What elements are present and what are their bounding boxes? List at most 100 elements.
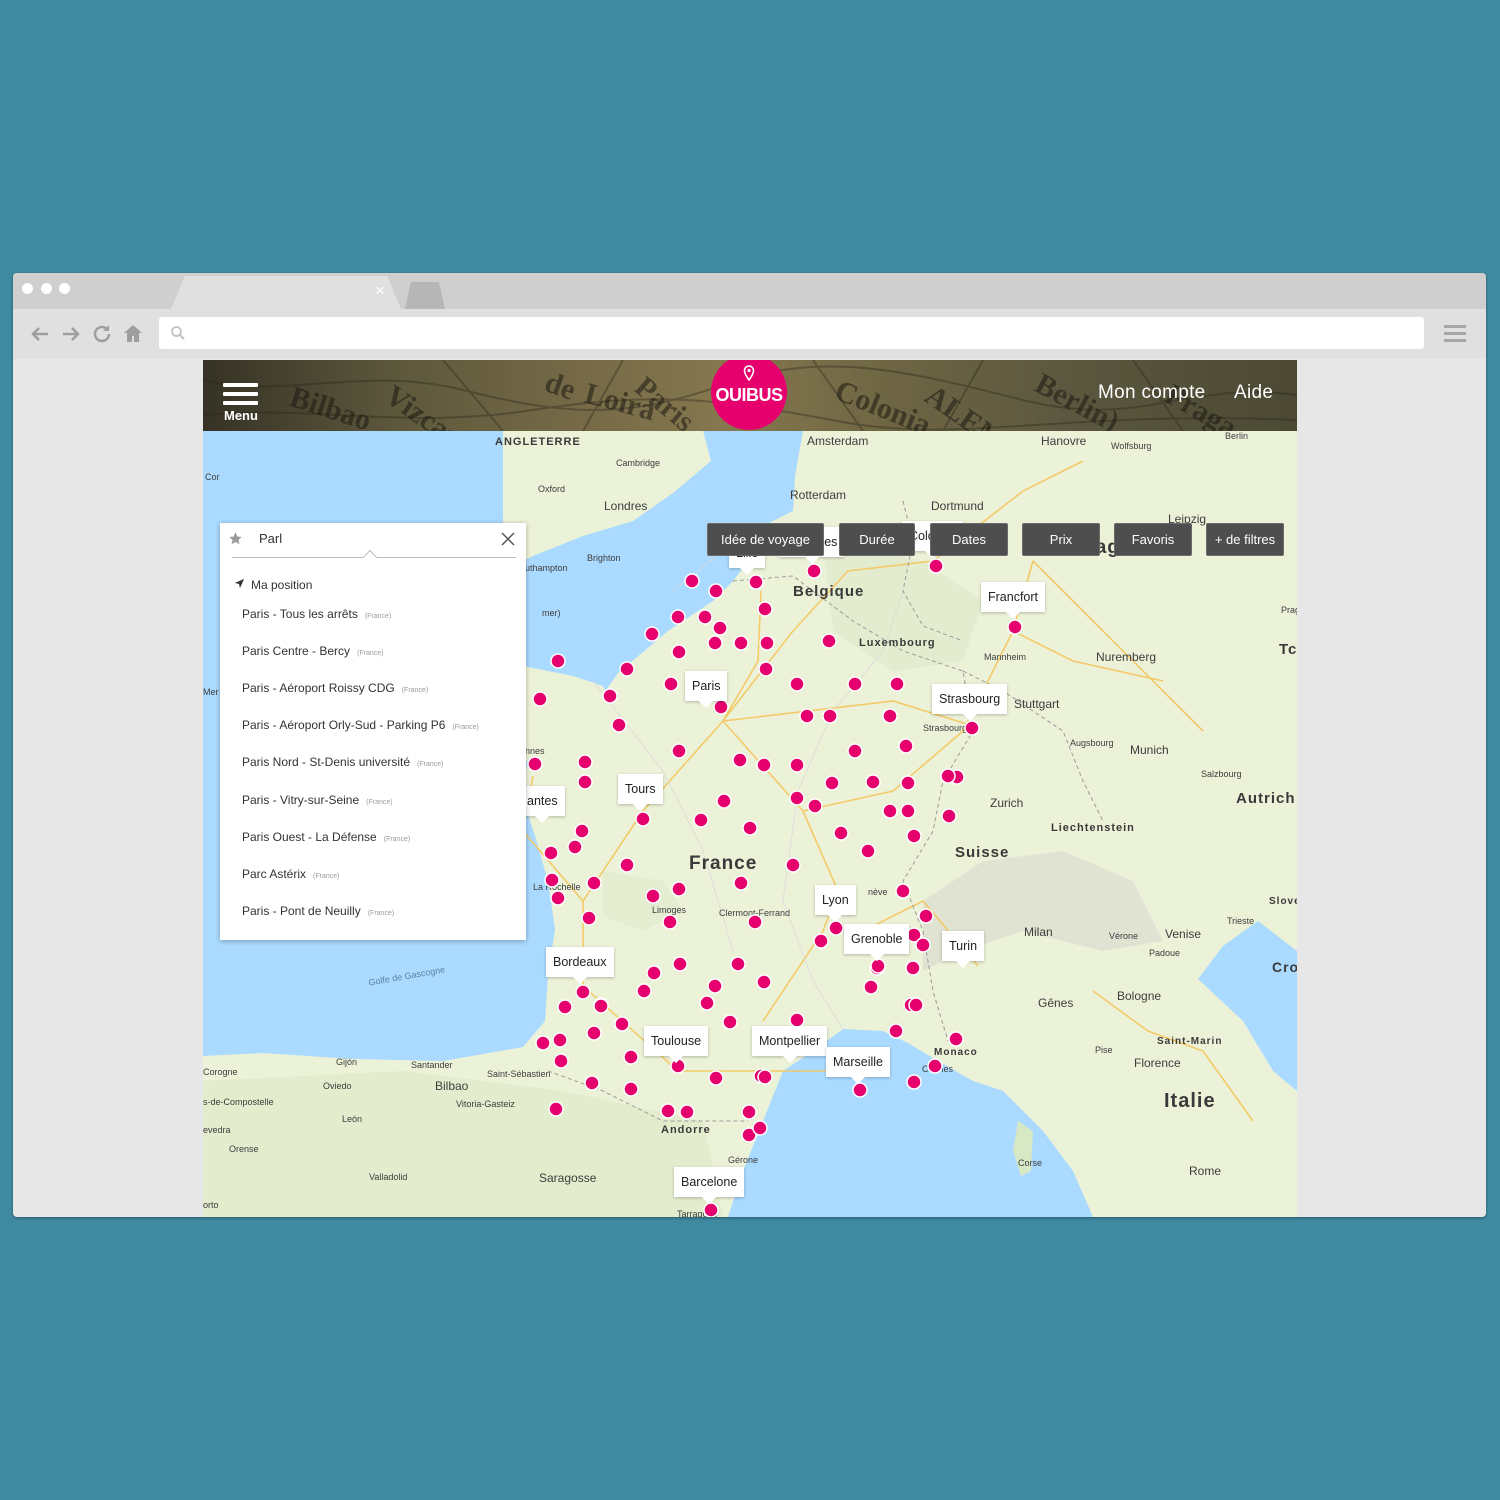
browser-tab[interactable]: [171, 276, 401, 309]
bus-stop-marker[interactable]: [940, 768, 956, 784]
bus-stop-marker[interactable]: [900, 775, 916, 791]
bus-stop-marker[interactable]: [732, 752, 748, 768]
map[interactable]: FranceAllemagneBelgiqueSuisseItalieAutri…: [203, 431, 1297, 1217]
city-callout[interactable]: Francfort: [981, 582, 1046, 612]
bus-stop-marker[interactable]: [550, 653, 566, 669]
bus-stop-marker[interactable]: [752, 1120, 768, 1136]
bus-stop-marker[interactable]: [532, 691, 548, 707]
search-result-item[interactable]: Paris Ouest - La Défense (France): [242, 830, 410, 844]
city-callout[interactable]: Montpellier: [752, 1026, 828, 1056]
bus-stop-marker[interactable]: [581, 910, 597, 926]
bus-stop-marker[interactable]: [927, 1058, 943, 1074]
filter-price-button[interactable]: Prix: [1022, 523, 1100, 556]
bus-stop-marker[interactable]: [708, 1070, 724, 1086]
bus-stop-marker[interactable]: [716, 793, 732, 809]
search-input[interactable]: Parl: [259, 531, 282, 546]
bus-stop-marker[interactable]: [623, 1081, 639, 1097]
bus-stop-marker[interactable]: [928, 558, 944, 574]
bus-stop-marker[interactable]: [964, 720, 980, 736]
filter-dates-button[interactable]: Dates: [930, 523, 1008, 556]
my-account-link[interactable]: Mon compte: [1098, 382, 1206, 404]
bus-stop-marker[interactable]: [699, 995, 715, 1011]
bus-stop-marker[interactable]: [806, 563, 822, 579]
new-tab-button[interactable]: [405, 282, 445, 309]
my-position-item[interactable]: Ma position: [234, 578, 312, 592]
bus-stop-marker[interactable]: [577, 754, 593, 770]
bus-stop-marker[interactable]: [789, 676, 805, 692]
bus-stop-marker[interactable]: [575, 984, 591, 1000]
city-callout[interactable]: Bordeaux: [546, 947, 614, 977]
filter-trip-idea-button[interactable]: Idée de voyage: [707, 523, 824, 556]
bus-stop-marker[interactable]: [789, 757, 805, 773]
bus-stop-marker[interactable]: [646, 965, 662, 981]
bus-stop-marker[interactable]: [593, 998, 609, 1014]
filter-duration-button[interactable]: Durée: [839, 523, 915, 556]
bus-stop-marker[interactable]: [906, 1074, 922, 1090]
bus-stop-marker[interactable]: [888, 1023, 904, 1039]
bus-stop-marker[interactable]: [865, 774, 881, 790]
bus-stop-marker[interactable]: [733, 635, 749, 651]
bus-stop-marker[interactable]: [1007, 619, 1023, 635]
bus-stop-marker[interactable]: [730, 956, 746, 972]
bus-stop-marker[interactable]: [544, 872, 560, 888]
bus-stop-marker[interactable]: [672, 956, 688, 972]
search-result-item[interactable]: Paris Nord - St-Denis université (France): [242, 755, 444, 769]
city-callout[interactable]: Strasbourg: [932, 684, 1008, 714]
bus-stop-marker[interactable]: [900, 803, 916, 819]
bus-stop-marker[interactable]: [671, 644, 687, 660]
bus-stop-marker[interactable]: [941, 808, 957, 824]
bus-stop-marker[interactable]: [789, 790, 805, 806]
bus-stop-marker[interactable]: [824, 775, 840, 791]
bus-stop-marker[interactable]: [742, 820, 758, 836]
bus-stop-marker[interactable]: [548, 1101, 564, 1117]
search-result-item[interactable]: Parc Astérix (France): [242, 867, 339, 881]
bus-stop-marker[interactable]: [663, 676, 679, 692]
help-link[interactable]: Aide: [1234, 382, 1273, 404]
bus-stop-marker[interactable]: [567, 839, 583, 855]
bus-stop-marker[interactable]: [906, 828, 922, 844]
bus-stop-marker[interactable]: [671, 881, 687, 897]
search-result-item[interactable]: Paris - Aéroport Orly-Sud - Parking P6 (F…: [242, 718, 479, 732]
address-bar[interactable]: [159, 317, 1424, 349]
reload-icon[interactable]: [90, 322, 114, 346]
city-callout[interactable]: Tours: [618, 774, 663, 804]
tab-close-icon[interactable]: ×: [375, 281, 385, 301]
bus-stop-marker[interactable]: [898, 738, 914, 754]
bus-stop-marker[interactable]: [552, 1032, 568, 1048]
forward-arrow-icon[interactable]: [59, 322, 83, 346]
city-callout[interactable]: Turin: [942, 931, 985, 961]
bus-stop-marker[interactable]: [662, 914, 678, 930]
bus-stop-marker[interactable]: [863, 979, 879, 995]
city-callout[interactable]: antes: [520, 786, 565, 816]
city-callout[interactable]: Grenoble: [844, 924, 910, 954]
bus-stop-marker[interactable]: [828, 920, 844, 936]
bus-stop-marker[interactable]: [619, 857, 635, 873]
filter-more-button[interactable]: + de filtres: [1206, 523, 1284, 556]
search-result-item[interactable]: Paris - Tous les arrêts (France): [242, 607, 391, 621]
window-close-dot[interactable]: [22, 283, 33, 294]
bus-stop-marker[interactable]: [918, 908, 934, 924]
bus-stop-marker[interactable]: [684, 573, 700, 589]
city-callout[interactable]: Barcelone: [674, 1167, 745, 1197]
bus-stop-marker[interactable]: [670, 609, 686, 625]
back-arrow-icon[interactable]: [28, 322, 52, 346]
bus-stop-marker[interactable]: [707, 635, 723, 651]
bus-stop-marker[interactable]: [671, 743, 687, 759]
bus-stop-marker[interactable]: [799, 708, 815, 724]
bus-stop-marker[interactable]: [645, 888, 661, 904]
bus-stop-marker[interactable]: [644, 626, 660, 642]
star-icon[interactable]: [228, 531, 243, 546]
bus-stop-marker[interactable]: [586, 875, 602, 891]
bus-stop-marker[interactable]: [733, 875, 749, 891]
bus-stop-marker[interactable]: [660, 1103, 676, 1119]
bus-stop-marker[interactable]: [821, 633, 837, 649]
city-callout[interactable]: Paris: [685, 671, 728, 701]
menu-hamburger-icon[interactable]: [223, 383, 258, 410]
bus-stop-marker[interactable]: [693, 812, 709, 828]
search-result-item[interactable]: Paris - Vitry-sur-Seine (France): [242, 793, 393, 807]
bus-stop-marker[interactable]: [577, 774, 593, 790]
bus-stop-marker[interactable]: [707, 978, 723, 994]
bus-stop-marker[interactable]: [697, 609, 713, 625]
window-minimize-dot[interactable]: [41, 283, 52, 294]
bus-stop-marker[interactable]: [586, 1025, 602, 1041]
